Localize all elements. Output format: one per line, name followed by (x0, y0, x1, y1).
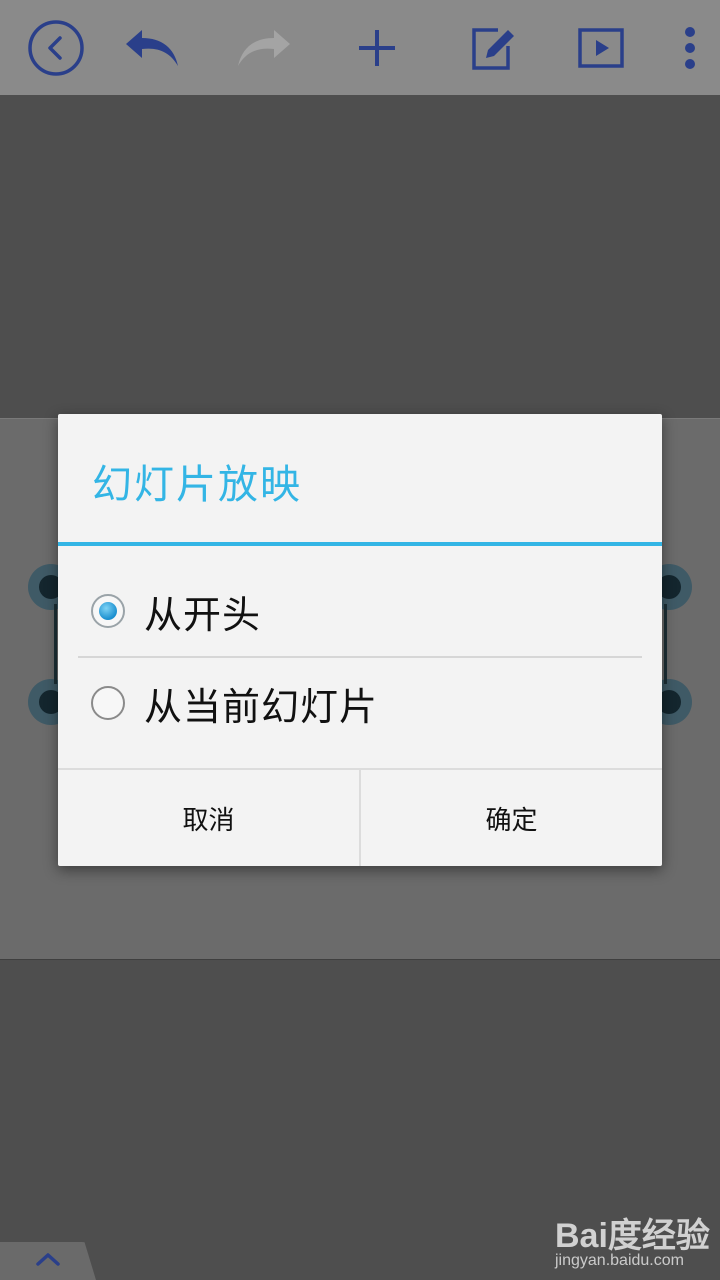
baidu-watermark: Bai度经验 jingyan.baidu.com (555, 1208, 715, 1278)
chevron-up-icon (35, 1251, 61, 1271)
radio-unchecked-icon[interactable] (91, 686, 125, 720)
redo-button[interactable] (234, 18, 294, 78)
dialog-title: 幻灯片放映 (92, 462, 302, 508)
option-label: 从当前幻灯片 (144, 684, 379, 729)
watermark-logo: Bai度经验 (555, 1217, 710, 1255)
add-icon (357, 28, 397, 68)
confirm-button[interactable]: 确定 (361, 770, 662, 866)
top-toolbar (0, 0, 720, 95)
selection-frame (664, 604, 667, 684)
edit-icon (468, 24, 516, 72)
option-from-current-slide[interactable]: 从当前幻灯片 (58, 658, 662, 748)
option-label: 从开头 (144, 592, 262, 637)
add-button[interactable] (347, 18, 407, 78)
watermark-url: jingyan.baidu.com (555, 1252, 684, 1269)
undo-icon (122, 26, 182, 70)
radio-checked-icon[interactable] (91, 594, 125, 628)
more-options-button[interactable] (660, 18, 720, 78)
more-vert-icon (683, 26, 697, 70)
cancel-button[interactable]: 取消 (58, 770, 359, 866)
title-divider (58, 542, 662, 546)
play-icon (577, 27, 625, 69)
selection-frame (54, 604, 57, 684)
slideshow-dialog: 幻灯片放映 从开头 从当前幻灯片 取消 确定 (58, 414, 662, 866)
back-circle-icon (27, 19, 85, 77)
back-button[interactable] (26, 18, 86, 78)
option-from-beginning[interactable]: 从开头 (58, 566, 662, 656)
edit-button[interactable] (462, 18, 522, 78)
redo-icon (234, 26, 294, 70)
expand-panel-tab[interactable] (0, 1242, 96, 1280)
dialog-button-row: 取消 确定 (58, 768, 662, 868)
undo-button[interactable] (122, 18, 182, 78)
play-slideshow-button[interactable] (571, 18, 631, 78)
